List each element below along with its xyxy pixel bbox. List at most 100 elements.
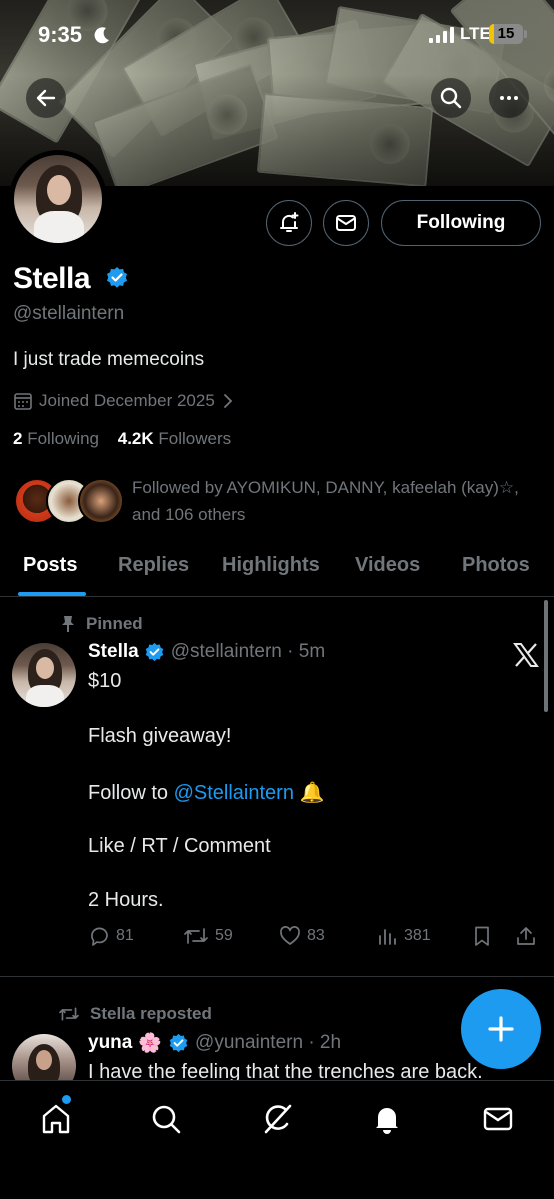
views-button[interactable]: 381 xyxy=(376,925,431,947)
status-time: 9:35 xyxy=(38,22,83,47)
tweet-handle-time: @yunaintern · 2h xyxy=(195,1032,342,1053)
repost-indicator: Stella reposted xyxy=(58,1004,212,1024)
repost-icon xyxy=(184,928,208,944)
moon-icon xyxy=(94,27,109,44)
tweet-actions: 81 59 83 381 xyxy=(88,925,543,953)
nav-grok[interactable] xyxy=(257,1099,297,1139)
repost-label: Stella reposted xyxy=(90,1004,212,1023)
active-tab-indicator xyxy=(18,592,86,596)
bookmark-icon xyxy=(475,926,489,946)
nav-search[interactable] xyxy=(146,1099,186,1139)
bell-emoji: 🔔 xyxy=(299,782,325,804)
bell-icon xyxy=(376,1108,398,1134)
tweet-text-line: $10 xyxy=(88,670,122,692)
tweet-author-name[interactable]: Stella xyxy=(88,641,139,663)
verified-badge-icon xyxy=(107,267,127,288)
repost-button[interactable]: 59 xyxy=(183,925,233,947)
search-button[interactable] xyxy=(431,78,471,118)
reply-button[interactable]: 81 xyxy=(88,925,134,947)
joined-date[interactable]: Joined December 2025 xyxy=(13,389,235,413)
tweet-handle-time: @stellaintern · 5m xyxy=(170,641,326,662)
following-count: 2 xyxy=(13,429,23,448)
profile-handle: @stellaintern xyxy=(13,303,125,324)
tweet-text-fragment: Follow to xyxy=(88,782,174,804)
tweet-header: yuna 🌸 @yunaintern · 2h xyxy=(88,1031,341,1055)
followed-by-text[interactable]: Followed by AYOMIKUN, DANNY, kafeelah (k… xyxy=(132,474,532,528)
tab-videos[interactable]: Videos xyxy=(355,554,420,577)
tweet-avatar[interactable] xyxy=(12,643,76,707)
tweet-text-line: Like / RT / Comment xyxy=(88,835,271,857)
pinned-indicator: Pinned xyxy=(60,614,143,634)
network-label: LTE xyxy=(460,24,491,43)
tweet-header: Stella @stellaintern · 5m xyxy=(88,641,325,663)
repost-icon xyxy=(59,1007,79,1021)
search-icon xyxy=(152,1105,181,1134)
joined-label: Joined December 2025 xyxy=(39,391,215,410)
envelope-icon xyxy=(483,1107,513,1131)
tweet-mention-link[interactable]: @Stellaintern xyxy=(174,782,294,804)
tab-posts[interactable]: Posts xyxy=(23,554,77,577)
followers-count: 4.2K xyxy=(117,429,154,448)
plus-icon xyxy=(488,1016,514,1042)
following-link[interactable]: 2 Following xyxy=(13,429,99,448)
calendar-icon xyxy=(14,393,32,410)
pin-icon xyxy=(62,616,74,632)
view-count: 381 xyxy=(404,927,431,944)
like-count: 83 xyxy=(307,927,325,944)
more-horizontal-icon xyxy=(500,96,518,100)
tweet-divider xyxy=(0,976,554,977)
following-label: Following xyxy=(27,429,100,448)
verified-badge-icon xyxy=(169,1033,188,1052)
x-logo-icon xyxy=(513,643,539,667)
tab-replies[interactable]: Replies xyxy=(118,554,189,577)
flower-emoji: 🌸 xyxy=(138,1033,163,1054)
home-notification-dot xyxy=(62,1095,71,1104)
home-icon xyxy=(42,1104,70,1134)
signal-icon xyxy=(429,27,454,43)
status-bar: 9:35 LTE 15 xyxy=(0,0,554,70)
tweet-author-name[interactable]: yuna xyxy=(88,1032,132,1054)
tab-photos[interactable]: Photos xyxy=(462,554,530,577)
tweet-text-line: Follow to @Stellaintern 🔔 xyxy=(88,780,518,805)
analytics-icon xyxy=(379,929,396,945)
tab-highlights[interactable]: Highlights xyxy=(222,554,320,577)
grok-icon xyxy=(264,1104,292,1134)
followers-label: Followers xyxy=(158,429,232,448)
search-icon xyxy=(440,87,462,109)
followed-by-avatars[interactable] xyxy=(14,478,124,524)
nav-notifications[interactable] xyxy=(367,1099,407,1139)
like-button[interactable]: 83 xyxy=(279,925,325,947)
envelope-icon xyxy=(336,215,356,231)
back-button[interactable] xyxy=(26,78,66,118)
more-button[interactable] xyxy=(489,78,529,118)
bookmark-button[interactable] xyxy=(471,925,493,947)
tweet-text-line: 2 Hours. xyxy=(88,889,164,911)
battery-icon: 15 xyxy=(489,24,523,44)
message-button[interactable] xyxy=(323,200,369,246)
battery-level: 15 xyxy=(497,25,515,42)
nav-messages[interactable] xyxy=(478,1099,518,1139)
repost-count: 59 xyxy=(215,927,233,944)
follow-counts: 2 Following 4.2K Followers xyxy=(13,429,231,449)
bottom-navigation xyxy=(0,1080,554,1199)
pinned-label: Pinned xyxy=(86,614,143,633)
compose-button[interactable] xyxy=(461,989,541,1069)
profile-tabs: Posts Replies Highlights Videos Photos xyxy=(0,540,554,597)
share-icon xyxy=(517,927,535,945)
bell-plus-icon xyxy=(280,212,299,232)
share-button[interactable] xyxy=(515,925,537,947)
chevron-right-icon xyxy=(223,394,233,408)
scrollbar[interactable] xyxy=(544,600,548,712)
profile-avatar[interactable] xyxy=(14,155,102,243)
notifications-button[interactable] xyxy=(266,200,312,246)
following-button[interactable]: Following xyxy=(381,200,541,246)
heart-icon xyxy=(280,926,300,945)
reply-count: 81 xyxy=(116,927,134,944)
follower-avatar xyxy=(78,478,124,524)
followers-link[interactable]: 4.2K Followers xyxy=(118,429,231,448)
profile-name: Stella xyxy=(13,262,91,295)
arrow-left-icon xyxy=(36,89,56,107)
nav-home[interactable] xyxy=(36,1099,76,1139)
verified-badge-icon xyxy=(145,642,163,661)
profile-bio: I just trade memecoins xyxy=(13,349,205,370)
